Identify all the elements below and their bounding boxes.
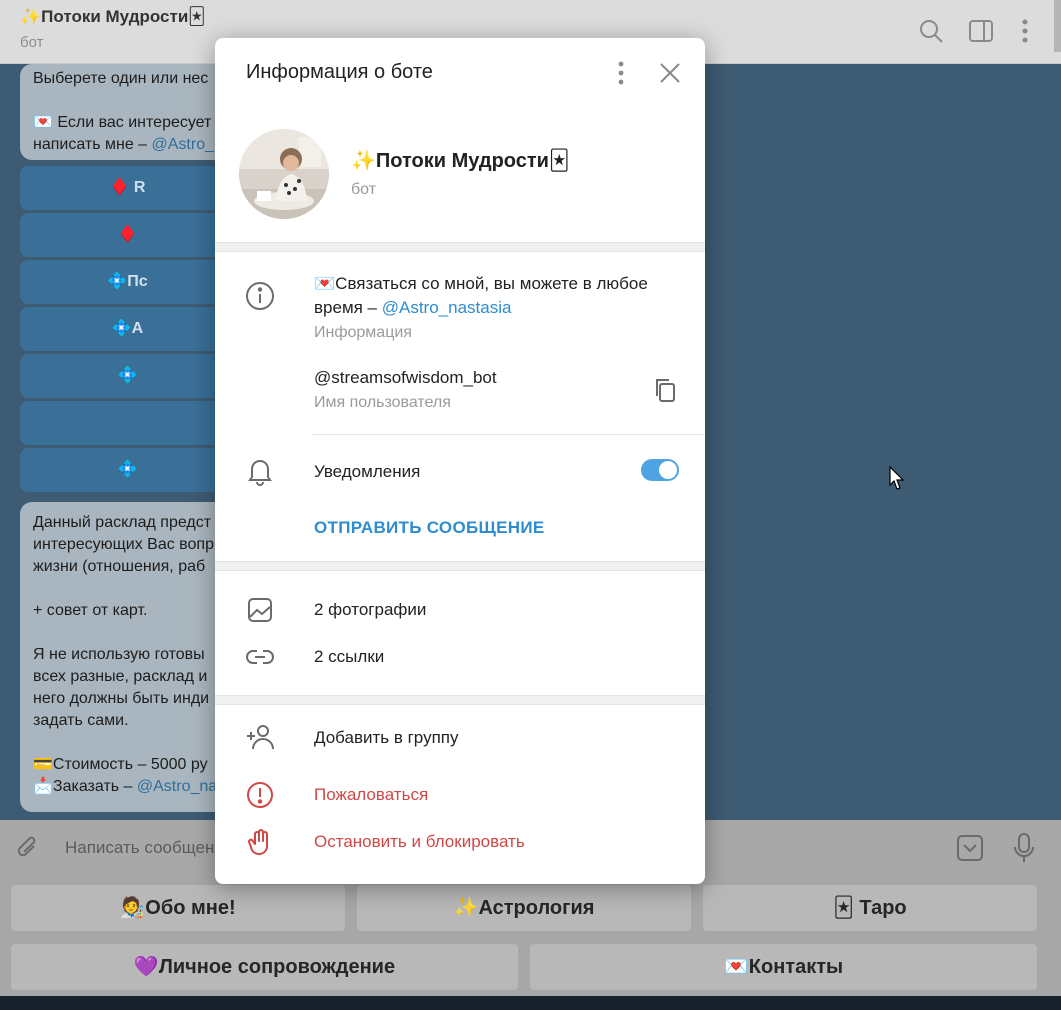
attach-icon[interactable] bbox=[14, 834, 42, 862]
bot-description: 💌Связаться со мной, вы можете в любое вр… bbox=[314, 272, 674, 320]
inline-button[interactable]: 💠 bbox=[20, 354, 235, 398]
report-icon bbox=[247, 782, 273, 808]
photos-link[interactable]: 2 фотографии bbox=[314, 600, 426, 620]
link-icon bbox=[246, 650, 274, 664]
mention-link[interactable]: @Astro_ bbox=[152, 136, 214, 153]
inline-button[interactable]: ♦️ R bbox=[20, 166, 235, 210]
row-divider bbox=[311, 434, 705, 435]
username-link[interactable]: @streamsofwisdom_bot bbox=[314, 368, 497, 388]
keyboard-button[interactable]: 💌Контакты bbox=[530, 944, 1037, 990]
notifications-label: Уведомления bbox=[314, 462, 421, 481]
message-bubble: Данный расклад предст интересующих Вас в… bbox=[20, 502, 235, 812]
message-line: Выберете один или нес bbox=[33, 70, 209, 87]
bot-name: ✨Потоки Мудрости🃏 bbox=[351, 150, 570, 172]
photo-icon bbox=[248, 598, 272, 622]
mention-link[interactable]: @Astro_na bbox=[137, 778, 217, 795]
more-vertical-icon[interactable] bbox=[610, 60, 632, 86]
notifications-toggle[interactable] bbox=[641, 459, 679, 481]
message-line: жизни (отношения, раб bbox=[33, 558, 206, 575]
os-taskbar bbox=[0, 996, 1061, 1010]
message-line: 📩Заказать – bbox=[33, 778, 137, 795]
dialog-title: Информация о боте bbox=[246, 61, 433, 83]
send-message-button[interactable]: ОТПРАВИТЬ СООБЩЕНИЕ bbox=[314, 518, 545, 538]
inline-button[interactable]: ♦️ bbox=[20, 213, 235, 257]
chat-subtitle: бот bbox=[20, 34, 44, 51]
message-bubble: Выберете один или нес 💌 Если вас интерес… bbox=[20, 64, 235, 160]
bot-avatar[interactable] bbox=[239, 129, 329, 219]
inline-button[interactable]: 💠А bbox=[20, 307, 235, 351]
sidebar-toggle-icon[interactable] bbox=[968, 18, 994, 44]
keyboard-button[interactable]: 💜Личное сопровождение bbox=[11, 944, 518, 990]
toggle-knob bbox=[659, 461, 677, 479]
bot-info-dialog: Информация о боте ✨Потоки Мудрости🃏 бот … bbox=[215, 38, 705, 884]
keyboard-button[interactable]: 🧑‍🎨Обо мне! bbox=[11, 885, 345, 931]
microphone-icon[interactable] bbox=[1012, 832, 1036, 864]
bot-type: бот bbox=[351, 181, 377, 198]
section-divider bbox=[215, 242, 705, 252]
message-line: 💳Стоимость – 5000 ру bbox=[33, 756, 208, 773]
hand-stop-icon bbox=[248, 829, 269, 856]
message-line: написать мне – bbox=[33, 136, 152, 153]
keyboard-button[interactable]: 🃏 Таро bbox=[703, 885, 1037, 931]
info-icon bbox=[246, 282, 274, 310]
section-divider bbox=[215, 561, 705, 571]
info-label: Информация bbox=[314, 324, 412, 341]
add-user-icon bbox=[247, 725, 274, 750]
links-link[interactable]: 2 ссылки bbox=[314, 647, 384, 667]
keyboard-button[interactable]: ✨Астрология bbox=[357, 885, 691, 931]
chat-title[interactable]: ✨Потоки Мудрости🃏 bbox=[20, 7, 206, 27]
scrollbar[interactable] bbox=[1054, 0, 1061, 52]
section-divider bbox=[215, 695, 705, 705]
message-input[interactable]: Написать сообщен bbox=[65, 838, 214, 858]
username-label: Имя пользователя bbox=[314, 394, 451, 411]
close-icon[interactable] bbox=[659, 62, 681, 84]
message-line: 💌 Если вас интересует bbox=[33, 114, 212, 131]
inline-button[interactable]: 💠 bbox=[20, 448, 235, 492]
add-to-group-button[interactable]: Добавить в группу bbox=[314, 728, 458, 748]
more-vertical-icon[interactable] bbox=[1012, 18, 1038, 44]
block-button[interactable]: Остановить и блокировать bbox=[314, 832, 525, 852]
description-mention-link[interactable]: @Astro_nastasia bbox=[382, 298, 512, 317]
bell-icon bbox=[248, 460, 272, 486]
keyboard-toggle-icon[interactable] bbox=[956, 834, 984, 862]
reply-keyboard: 🧑‍🎨Обо мне! ✨Астрология 🃏 Таро 💜Личное с… bbox=[0, 876, 1061, 996]
mouse-cursor-icon bbox=[889, 465, 905, 490]
inline-button[interactable] bbox=[20, 401, 235, 445]
message-line: Я не использую готовы bbox=[33, 646, 205, 663]
search-icon[interactable] bbox=[918, 18, 944, 44]
copy-icon[interactable] bbox=[653, 377, 677, 403]
message-line: всех разные, расклад и bbox=[33, 668, 208, 685]
message-line: задать сами. bbox=[33, 712, 129, 729]
message-line: интересующих Вас вопр bbox=[33, 536, 214, 553]
report-button[interactable]: Пожаловаться bbox=[314, 785, 428, 805]
message-line: + совет от карт. bbox=[33, 602, 148, 619]
message-line: Данный расклад предст bbox=[33, 514, 212, 531]
message-line: него должны быть инди bbox=[33, 690, 210, 707]
inline-button[interactable]: 💠Пс bbox=[20, 260, 235, 304]
